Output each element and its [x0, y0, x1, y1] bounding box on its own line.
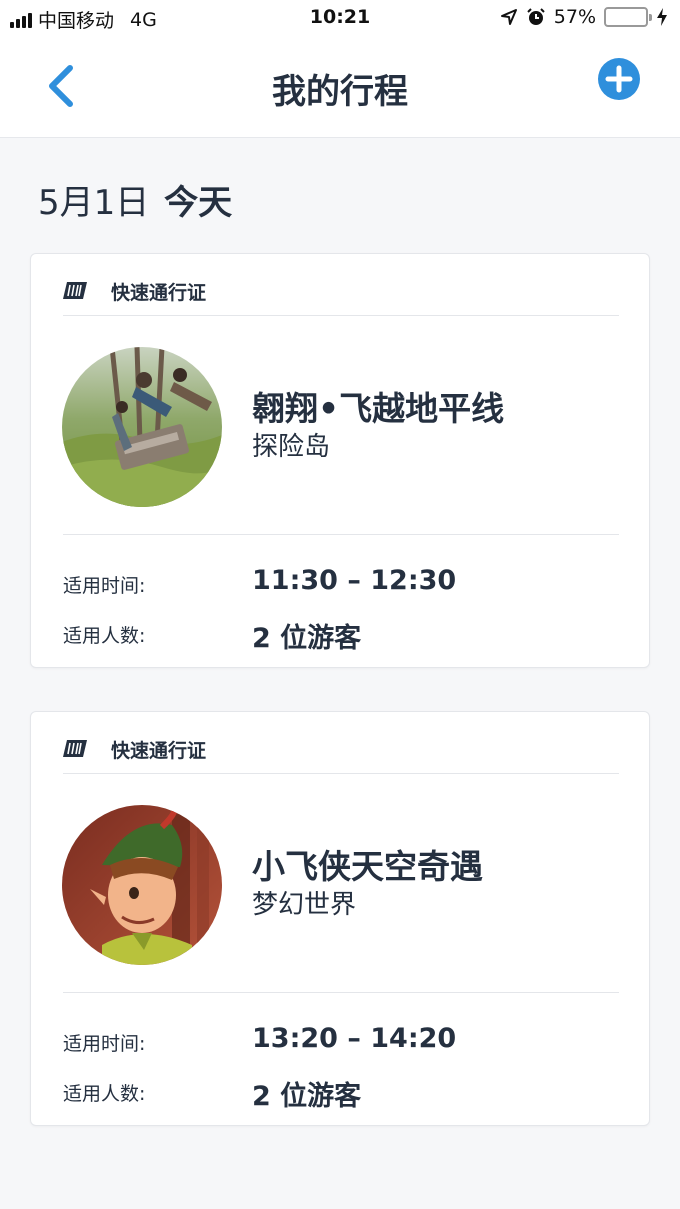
status-bar: 中国移动 4G 10:21 57% — [0, 0, 680, 38]
page-title: 我的行程 — [272, 72, 408, 112]
status-right: 57% — [500, 6, 668, 28]
plus-circle-icon — [598, 58, 640, 100]
time-value: 11:30 – 12:30 — [252, 565, 457, 596]
nav-bar: 我的行程 — [0, 38, 680, 138]
card-header: 快速通行证 — [63, 736, 619, 774]
attraction-area: 梦幻世界 — [252, 890, 357, 920]
battery-icon — [604, 7, 652, 27]
card-divider — [63, 992, 619, 993]
pass-type-label: 快速通行证 — [111, 282, 207, 304]
time-label: 适用时间: — [63, 575, 146, 597]
attraction-name: 小飞侠天空奇遇 — [252, 847, 483, 886]
time-value: 13:20 – 14:20 — [252, 1023, 457, 1054]
date-label: 5月1日 — [38, 183, 150, 223]
attraction-image — [62, 347, 222, 507]
pass-type-label: 快速通行证 — [111, 740, 207, 762]
card-header: 快速通行证 — [63, 278, 619, 316]
battery-percent: 57% — [553, 6, 596, 28]
location-arrow-icon — [500, 9, 517, 25]
attraction-image — [62, 805, 222, 965]
fastpass-card[interactable]: 快速通行证 翱翔•飞越地平线 探险岛 适用时间: 11:30 – 12:30 适… — [30, 253, 650, 668]
fastpass-icon — [63, 282, 87, 299]
time-label: 适用时间: — [63, 1033, 146, 1055]
guests-value: 2 位游客 — [252, 623, 362, 654]
fastpass-card[interactable]: 快速通行证 小飞侠天空奇遇 梦幻世界 适用时间: 13:20 – 14:20 适… — [30, 711, 650, 1126]
guests-label: 适用人数: — [63, 625, 146, 647]
guests-value: 2 位游客 — [252, 1081, 362, 1112]
charging-bolt-icon — [657, 8, 667, 26]
attraction-name: 翱翔•飞越地平线 — [252, 389, 505, 428]
attraction-area: 探险岛 — [252, 432, 331, 462]
today-label: 今天 — [164, 183, 233, 223]
fastpass-icon — [63, 740, 87, 757]
add-button[interactable] — [597, 57, 641, 101]
date-heading: 5月1日 今天 — [38, 175, 232, 224]
alarm-clock-icon — [527, 8, 545, 25]
guests-label: 适用人数: — [63, 1083, 146, 1105]
card-divider — [63, 534, 619, 535]
